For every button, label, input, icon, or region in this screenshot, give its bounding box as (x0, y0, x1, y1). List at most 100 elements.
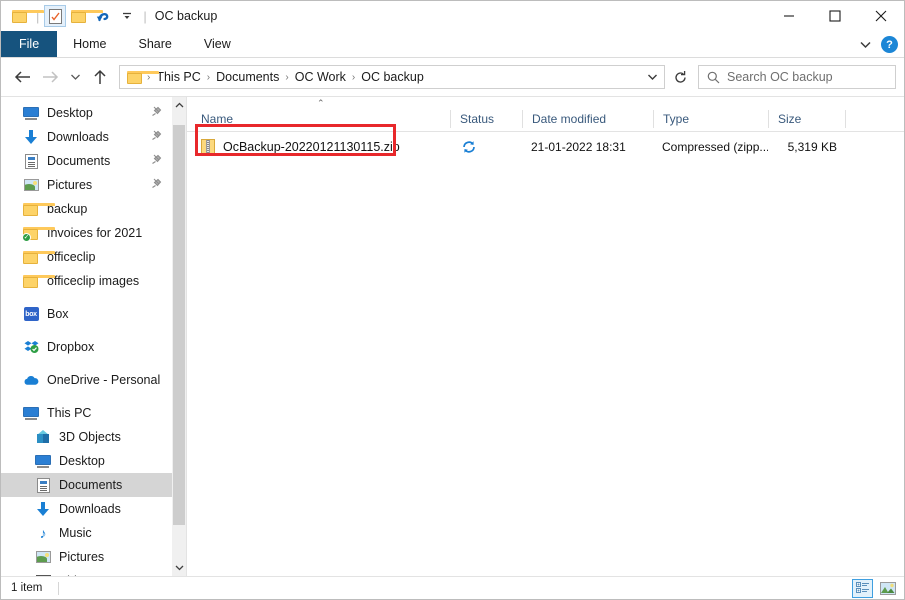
pin-icon[interactable] (151, 104, 162, 122)
scrollbar-thumb[interactable] (173, 125, 185, 525)
sidebar-item-label: Pictures (47, 178, 93, 192)
collapse-ribbon-icon[interactable] (859, 40, 872, 49)
address-dropdown-button[interactable] (642, 66, 662, 88)
breadcrumb-item-this-pc[interactable]: This PC (151, 70, 205, 84)
column-header-size[interactable]: Size (768, 110, 845, 128)
monitor-icon (35, 453, 51, 469)
breadcrumb-item-documents[interactable]: Documents (211, 70, 284, 84)
file-name-cell[interactable]: OcBackup-20220121130115.zip (187, 139, 450, 155)
forward-button[interactable] (37, 64, 63, 90)
recent-locations-button[interactable] (65, 64, 85, 90)
up-arrow-icon (94, 69, 106, 84)
sidebar-item-3d-objects[interactable]: 3D Objects (1, 425, 172, 449)
file-type-cell: Compressed (zipp... (662, 140, 768, 154)
close-button[interactable] (858, 1, 904, 31)
sidebar-item-desktop-pc[interactable]: Desktop (1, 449, 172, 473)
sidebar-item-label: Downloads (47, 130, 109, 144)
new-folder-icon[interactable] (9, 5, 44, 27)
onedrive-cloud-icon (23, 372, 39, 388)
large-icons-view-icon (879, 581, 896, 595)
sidebar-item-officeclip[interactable]: officeclip (1, 245, 172, 269)
picture-icon (35, 549, 51, 565)
refresh-icon (674, 70, 686, 83)
customize-qat-icon[interactable] (116, 5, 138, 27)
new-folder-icon-2[interactable] (68, 5, 104, 27)
column-header-name[interactable]: Name (187, 110, 450, 128)
pin-icon[interactable] (151, 128, 162, 146)
table-row[interactable]: OcBackup-20220121130115.zip 21-01-2022 1… (187, 136, 904, 158)
column-header-date-modified[interactable]: Date modified (522, 110, 653, 128)
sidebar-item-desktop[interactable]: Desktop (1, 101, 172, 125)
scroll-down-button[interactable] (172, 559, 186, 576)
sidebar-item-invoices-for-2021[interactable]: ✓ Invoices for 2021 (1, 221, 172, 245)
column-header-type[interactable]: Type (653, 110, 768, 128)
qat-divider-2: | (143, 8, 147, 24)
back-button[interactable] (9, 64, 35, 90)
sidebar-item-officeclip-images[interactable]: officeclip images (1, 269, 172, 293)
properties-glyph (48, 8, 62, 24)
status-divider (58, 581, 60, 595)
zip-file-icon (201, 139, 215, 155)
sidebar-item-label: Documents (47, 154, 111, 168)
sidebar-item-documents[interactable]: Documents (1, 149, 172, 173)
status-bar: 1 item (1, 576, 904, 599)
window-title: OC backup (154, 9, 218, 23)
chevron-down-icon (123, 12, 132, 19)
tab-home[interactable]: Home (57, 31, 122, 57)
sidebar-item-box[interactable]: box Box (1, 302, 172, 326)
properties-icon[interactable] (44, 5, 67, 27)
file-status-cell (450, 140, 522, 154)
undo-icon[interactable] (92, 5, 114, 27)
column-header-status[interactable]: Status (450, 110, 522, 128)
sidebar-item-label: Music (59, 526, 92, 540)
large-icons-view-button[interactable] (877, 579, 898, 598)
folder-icon (23, 201, 55, 217)
tab-share[interactable]: Share (123, 31, 188, 57)
maximize-button[interactable] (812, 1, 858, 31)
sidebar-item-label: OneDrive - Personal (47, 373, 161, 387)
breadcrumb-item-oc-work[interactable]: OC Work (290, 70, 351, 84)
pin-icon[interactable] (151, 152, 162, 170)
pin-icon[interactable] (151, 176, 162, 194)
navigation-list: Desktop Downloads Documents Pictures bac… (1, 97, 172, 576)
file-list-pane: ⌃ Name Status Date modified Type Size Oc… (187, 97, 904, 576)
sidebar-item-label: Invoices for 2021 (47, 226, 143, 240)
breadcrumb-item-oc-backup[interactable]: OC backup (356, 70, 429, 84)
tab-file[interactable]: File (1, 31, 58, 57)
sidebar-item-videos[interactable]: Videos (1, 569, 172, 576)
document-icon (23, 153, 39, 169)
tab-view[interactable]: View (188, 31, 247, 57)
sidebar-item-pictures[interactable]: Pictures (1, 173, 172, 197)
minimize-icon (784, 15, 794, 17)
breadcrumb-bar[interactable]: › This PC › Documents › OC Work › OC bac… (119, 65, 665, 89)
up-button[interactable] (87, 64, 113, 90)
column-header-spacer (845, 110, 904, 128)
sidebar-item-downloads-pc[interactable]: Downloads (1, 497, 172, 521)
ribbon-tab-bar: File Home Share View ? (1, 31, 904, 58)
download-arrow-icon (23, 129, 39, 145)
sidebar-item-music[interactable]: ♪ Music (1, 521, 172, 545)
navigation-scrollbar[interactable] (172, 97, 186, 576)
sidebar-item-documents-pc[interactable]: Documents (1, 473, 172, 497)
picture-icon (23, 177, 39, 193)
close-icon (875, 10, 887, 22)
sync-badge-icon: ✓ (22, 233, 31, 242)
dropbox-icon (23, 339, 39, 355)
file-list: OcBackup-20220121130115.zip 21-01-2022 1… (187, 132, 904, 158)
scroll-up-button[interactable] (172, 97, 186, 114)
minimize-button[interactable] (766, 1, 812, 31)
file-name-label: OcBackup-20220121130115.zip (223, 140, 400, 154)
sidebar-item-pictures-pc[interactable]: Pictures (1, 545, 172, 569)
sidebar-item-label: Box (47, 307, 69, 321)
sidebar-item-this-pc[interactable]: This PC (1, 401, 172, 425)
sidebar-item-downloads[interactable]: Downloads (1, 125, 172, 149)
sidebar-item-backup[interactable]: backup (1, 197, 172, 221)
sidebar-item-onedrive-personal[interactable]: OneDrive - Personal (1, 368, 172, 392)
search-input[interactable]: Search OC backup (727, 70, 833, 84)
help-icon[interactable]: ? (881, 36, 898, 53)
search-box[interactable]: Search OC backup (698, 65, 896, 89)
refresh-button[interactable] (667, 65, 693, 89)
chevron-down-icon (175, 565, 183, 571)
sidebar-item-dropbox[interactable]: Dropbox (1, 335, 172, 359)
details-view-button[interactable] (852, 578, 873, 598)
